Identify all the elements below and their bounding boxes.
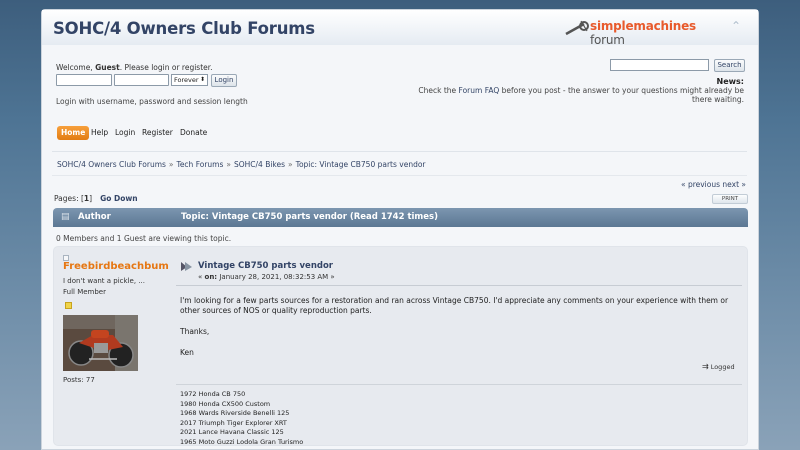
header: SOHC/4 Owners Club Forums simplemachines… [42, 10, 758, 47]
news-text-2: before you post - the answer to your que… [499, 86, 744, 104]
smf-logo-text: simplemachines forum [590, 19, 719, 47]
poster-title: I don't want a pickle, ... [63, 277, 145, 285]
session-note: Login with username, password and sessio… [56, 97, 248, 106]
pages-close: ] [89, 194, 93, 203]
breadcrumb-sohc4-bikes-link[interactable]: SOHC/4 Bikes [234, 160, 285, 169]
signature: 1972 Honda CB 750 1980 Honda CX500 Custo… [180, 390, 303, 447]
logo-machines-text: machines [633, 19, 697, 33]
breadcrumb-separator: » [168, 160, 174, 169]
news-text-1: Check the [418, 86, 459, 95]
search-input[interactable] [610, 59, 709, 71]
motorcycle-avatar-image [63, 315, 138, 371]
welcome-suffix[interactable]: . Please login or register. [120, 63, 213, 72]
author-column-label: Author [78, 212, 111, 222]
upper-section: Welcome, Guest. Please login or register… [42, 45, 758, 115]
breadcrumb-tech-forums-link[interactable]: Tech Forums [177, 160, 224, 169]
breadcrumb-topic-link[interactable]: Topic: Vintage CB750 parts vendor [296, 160, 426, 169]
breadcrumb-separator: » [226, 160, 231, 169]
breadcrumb: SOHC/4 Owners Club Forums» Tech Forums» SO… [57, 160, 426, 169]
welcome-prefix: Welcome, [56, 63, 96, 72]
pages-label: Pages: [ [54, 194, 84, 203]
signature-line: 2017 Triumph Tiger Explorer XRT [180, 418, 287, 427]
signature-divider [176, 384, 742, 385]
poster-name[interactable]: Freebirdbeachbum [63, 261, 169, 272]
author-icon: ▤ [61, 212, 70, 222]
session-length-value: Forever [174, 76, 199, 84]
menu-item-help[interactable]: Help [87, 126, 112, 140]
poster-group: Full Member [63, 288, 106, 296]
menu-item-donate[interactable]: Donate [176, 126, 211, 140]
post-body: I'm looking for a few parts sources for … [180, 296, 730, 369]
viewing-info: 0 Members and 1 Guest are viewing this t… [56, 234, 232, 243]
forum-wrapper: SOHC/4 Owners Club Forums simplemachines… [41, 9, 759, 450]
poster-post-count: Posts: 77 [63, 376, 95, 384]
print-button[interactable]: PRINT [712, 194, 748, 204]
previous-topic-link[interactable]: « previous [681, 180, 720, 189]
news-text: Check the Forum FAQ before you post - th… [404, 86, 744, 104]
login-button[interactable]: Login [211, 74, 237, 87]
breadcrumb-forum-link[interactable]: SOHC/4 Owners Club Forums [57, 160, 166, 169]
signature-line: 1965 Moto Guzzi Lodola Gran Turismo [180, 437, 304, 446]
post-divider [176, 285, 742, 286]
breadcrumb-divider [52, 175, 747, 176]
welcome-username: Guest [95, 63, 120, 72]
news-block: News: Check the Forum FAQ before you pos… [404, 77, 744, 104]
smf-gear-icon [565, 20, 589, 36]
news-title: News: [716, 77, 744, 86]
menu-divider [52, 151, 747, 152]
signature-line: 1980 Honda CX500 Custom [180, 399, 271, 408]
topic-title-label: Topic: Vintage CB750 parts vendor (Read … [181, 212, 438, 222]
menu-item-login[interactable]: Login [111, 126, 139, 140]
date-on-label: on: [204, 273, 218, 281]
topic-header-bar: ▤ Author Topic: Vintage CB750 parts vend… [53, 208, 748, 227]
welcome-message: Welcome, Guest. Please login or register… [56, 63, 213, 72]
forum-faq-link[interactable]: Forum FAQ [459, 86, 500, 95]
password-input[interactable] [114, 74, 169, 86]
dropdown-arrow-icon: ⬍ [199, 76, 205, 83]
date-value: January 28, 2021, 08:32:53 AM » [217, 273, 335, 281]
collapse-header-icon[interactable]: ⌃ [729, 19, 743, 33]
session-length-select[interactable]: Forever ⬍ [171, 74, 208, 86]
post-paragraph: I'm looking for a few parts sources for … [180, 296, 729, 315]
pagination: Pages: [1] Go Down [54, 194, 138, 203]
menu-item-home[interactable]: Home [57, 126, 90, 140]
rank-star-icon [65, 302, 72, 309]
logo-simple-text: simple [590, 19, 634, 33]
breadcrumb-separator: » [288, 160, 293, 169]
post-paragraph: Thanks, [180, 327, 210, 336]
search-button[interactable]: Search [714, 59, 745, 72]
avatar [63, 315, 138, 371]
post-date: « on: January 28, 2021, 08:32:53 AM » [198, 273, 335, 281]
signature-line: 1968 Wards Riverside Benelli 125 [180, 409, 290, 417]
go-down-link[interactable]: Go Down [100, 194, 138, 203]
smf-logo[interactable]: simplemachines forum [564, 18, 719, 47]
post-subject[interactable]: Vintage CB750 parts vendor [198, 261, 333, 271]
menu-item-register[interactable]: Register [138, 126, 177, 140]
logged-icon: ⇉ [702, 362, 709, 371]
prev-next-links: « previous next » [681, 180, 746, 189]
post-icon [180, 261, 193, 272]
signature-line: 1972 Honda CB 750 [180, 390, 246, 398]
username-input[interactable] [56, 74, 112, 86]
logged-indicator: ⇉ Logged [702, 362, 735, 371]
post-paragraph: Ken [180, 348, 194, 357]
post: Freebirdbeachbum I don't want a pickle, … [53, 246, 748, 446]
logged-label: Logged [710, 363, 735, 371]
signature-line: 2021 Lance Havana Classic 125 [180, 428, 284, 436]
next-topic-link[interactable]: next » [722, 180, 746, 189]
forum-title[interactable]: SOHC/4 Owners Club Forums [53, 19, 315, 38]
